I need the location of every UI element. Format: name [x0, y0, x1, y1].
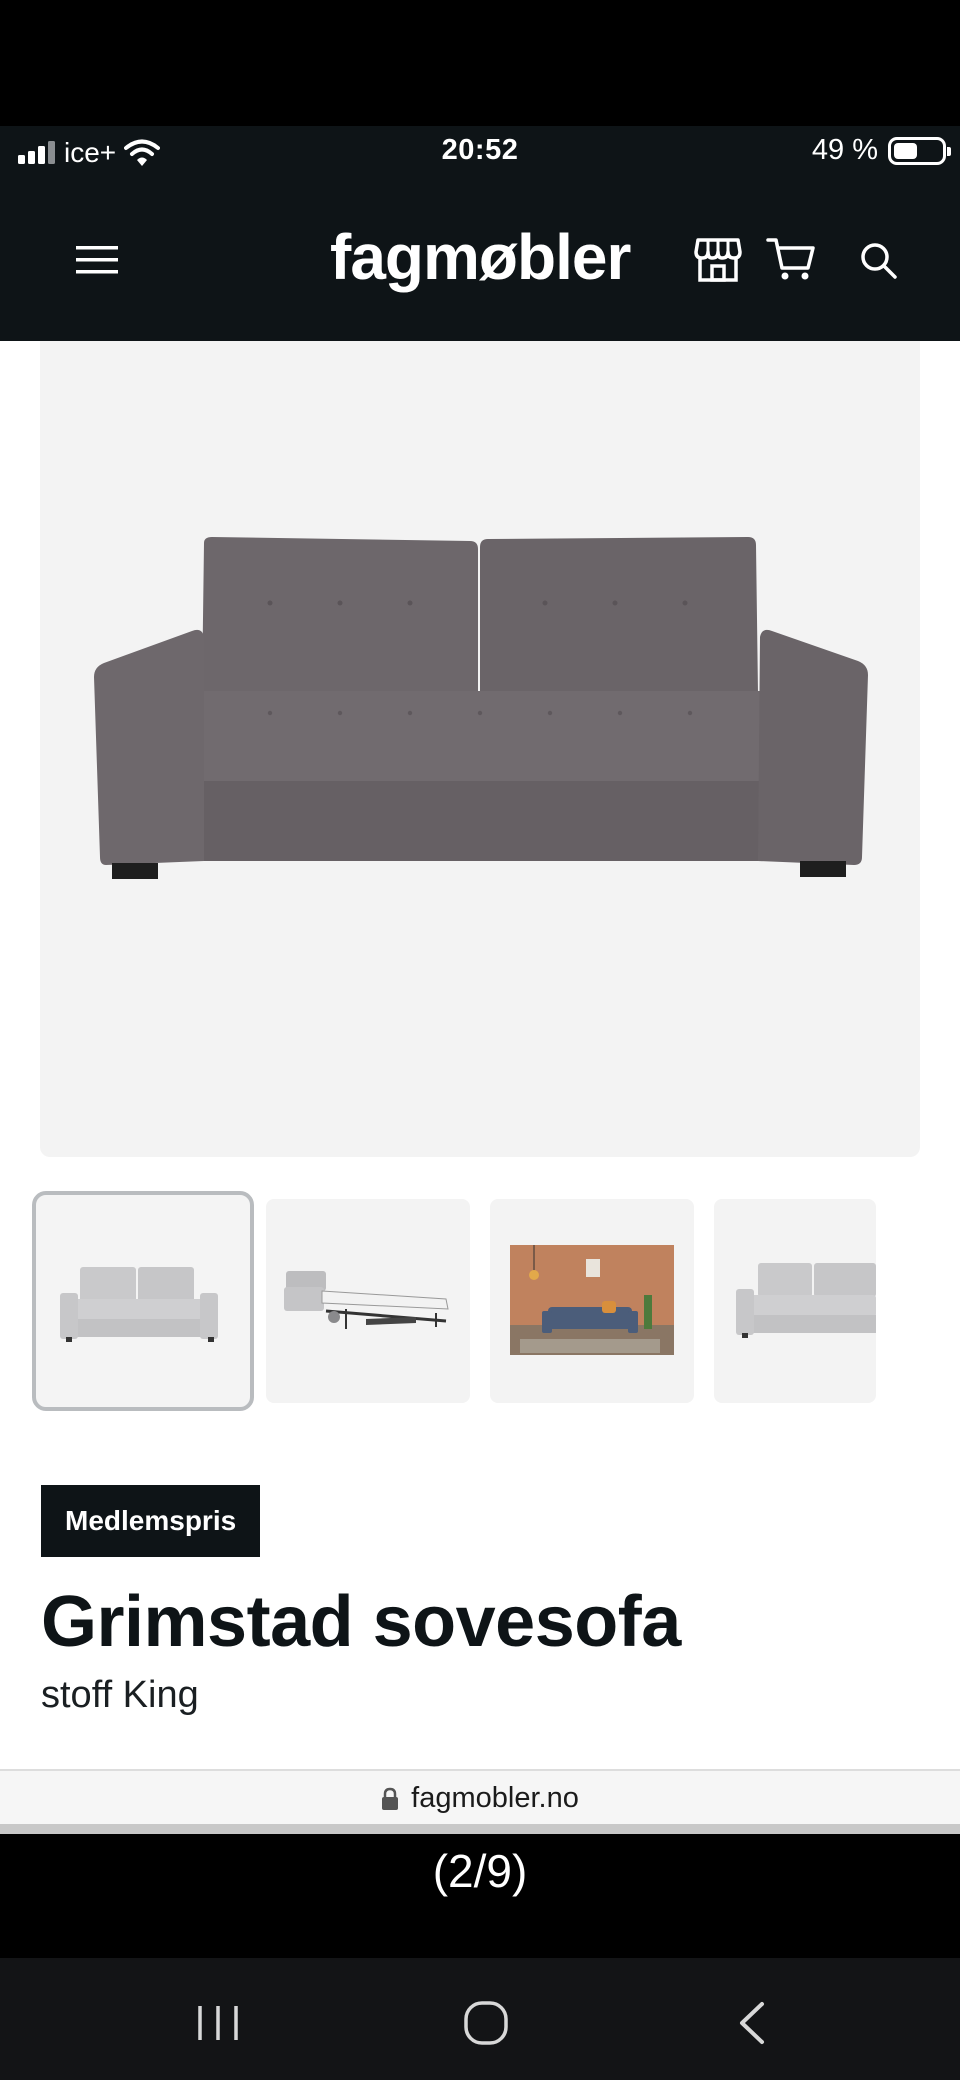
- site-header: fagmøbler: [0, 180, 960, 341]
- url-bar-bottom-edge: [0, 1824, 960, 1834]
- thumb-room-icon: [510, 1245, 674, 1355]
- browser-url-bar[interactable]: fagmobler.no: [0, 1769, 960, 1824]
- thumbnail-strip: [32, 1191, 922, 1411]
- product-main-image[interactable]: [40, 341, 920, 1157]
- thumbnail-sofa-bed-open[interactable]: [266, 1199, 470, 1403]
- cart-icon[interactable]: [766, 236, 816, 282]
- status-right: 49 %: [811, 134, 951, 167]
- store-icon[interactable]: [694, 236, 742, 282]
- thumb-sofa-icon: [60, 1267, 218, 1342]
- thumbnail-sofa-front[interactable]: [32, 1191, 254, 1411]
- top-black-bar: [0, 0, 960, 126]
- battery-level: [894, 142, 917, 159]
- battery-icon: [888, 136, 951, 165]
- thumbnail-sofa-room-scene[interactable]: [490, 1199, 694, 1403]
- url-text: fagmobler.no: [411, 1782, 579, 1814]
- menu-icon[interactable]: [76, 242, 118, 278]
- product-subtitle: stoff King: [41, 1674, 199, 1716]
- member-price-badge: Medlemspris: [41, 1485, 261, 1557]
- sofa-illustration: [94, 537, 868, 879]
- image-counter: (2/9): [0, 1834, 960, 1958]
- thumb-sofabed-icon: [284, 1271, 449, 1329]
- home-icon[interactable]: [456, 1998, 516, 2048]
- product-page: Medlemspris Grimstad sovesofa stoff King: [0, 341, 960, 1769]
- search-icon[interactable]: [858, 240, 898, 280]
- product-title: Grimstad sovesofa: [41, 1582, 681, 1662]
- thumb-sofa-alt-icon: [736, 1263, 876, 1338]
- status-bar: ice+ 20:52 49 %: [0, 126, 960, 180]
- lock-icon: [382, 1787, 399, 1810]
- thumbnail-sofa-front-alt[interactable]: [714, 1199, 876, 1403]
- back-icon[interactable]: [724, 1998, 784, 2048]
- recent-apps-icon[interactable]: [188, 1998, 248, 2048]
- battery-percent: 49 %: [811, 134, 878, 166]
- site-logo[interactable]: fagmøbler: [330, 220, 631, 294]
- system-navigation-bar: [0, 1958, 960, 2080]
